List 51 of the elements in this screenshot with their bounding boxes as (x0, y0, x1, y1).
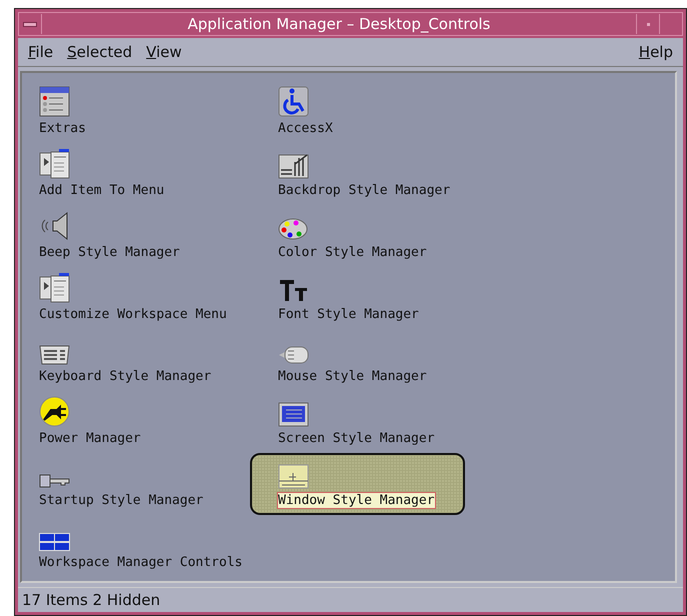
app-label: Extras (39, 121, 86, 136)
app-label: Window Style Manager (278, 493, 435, 508)
window-frame-icon (278, 464, 309, 489)
app-icon-item[interactable]: Color Style Manager (250, 205, 515, 267)
app-label: Keyboard Style Manager (39, 369, 212, 384)
menu-document-icon (39, 272, 70, 303)
app-icon-item[interactable]: AccessX (250, 81, 515, 143)
mouse-icon (278, 345, 309, 365)
app-label: Startup Style Manager (39, 493, 204, 508)
app-icon-item[interactable]: Font Style Manager (250, 267, 515, 329)
app-icon-item[interactable]: Mouse Style Manager (250, 329, 515, 391)
status-text: 17 Items 2 Hidden (18, 587, 683, 612)
menu-item[interactable]: View (146, 43, 182, 61)
font-letters-icon (278, 278, 309, 303)
menu-item[interactable]: Selected (67, 43, 132, 61)
palette-icon (278, 217, 309, 241)
app-label: Power Manager (39, 431, 141, 446)
app-label: Font Style Manager (278, 307, 419, 322)
menu-document-icon (39, 148, 70, 179)
menu-item[interactable]: File (28, 43, 54, 61)
app-label: Screen Style Manager (278, 431, 435, 446)
app-icon-item[interactable]: Backdrop Style Manager (250, 143, 515, 205)
app-label: Workspace Manager Controls (39, 555, 242, 570)
key-icon (39, 473, 70, 489)
app-icon-item[interactable]: Extras (37, 81, 250, 143)
wheelchair-icon (278, 86, 309, 117)
folder-icon (39, 86, 70, 117)
app-icon-item[interactable]: Customize Workspace Menu (37, 267, 250, 329)
app-icon-item[interactable]: Add Item To Menu (37, 143, 250, 205)
app-label: Customize Workspace Menu (39, 307, 227, 322)
monitor-screen-icon (278, 402, 309, 427)
app-icon-item[interactable]: Beep Style Manager (37, 205, 250, 267)
app-icon-item[interactable]: Keyboard Style Manager (37, 329, 250, 391)
app-icon-item[interactable]: Window Style Manager (250, 453, 465, 515)
app-label: Backdrop Style Manager (278, 183, 450, 198)
app-label: Beep Style Manager (39, 245, 180, 260)
app-label: AccessX (278, 121, 333, 136)
keyboard-icon (39, 345, 70, 365)
window-title: Application Manager – Desktop_Controls (186, 15, 492, 33)
app-icon-item[interactable]: Power Manager (37, 391, 250, 453)
app-label: Add Item To Menu (39, 183, 164, 198)
app-icon-item[interactable]: Startup Style Manager (37, 453, 250, 515)
app-icon-item[interactable]: Workspace Manager Controls (37, 515, 250, 577)
menu-item[interactable]: Help (638, 43, 673, 61)
app-icon-item[interactable]: Screen Style Manager (250, 391, 515, 453)
workspace-panes-icon (39, 533, 70, 551)
app-label: Mouse Style Manager (278, 369, 427, 384)
backdrop-pattern-icon (278, 154, 309, 179)
speaker-icon (39, 210, 70, 241)
plug-icon (39, 396, 70, 427)
app-label: Color Style Manager (278, 245, 427, 260)
